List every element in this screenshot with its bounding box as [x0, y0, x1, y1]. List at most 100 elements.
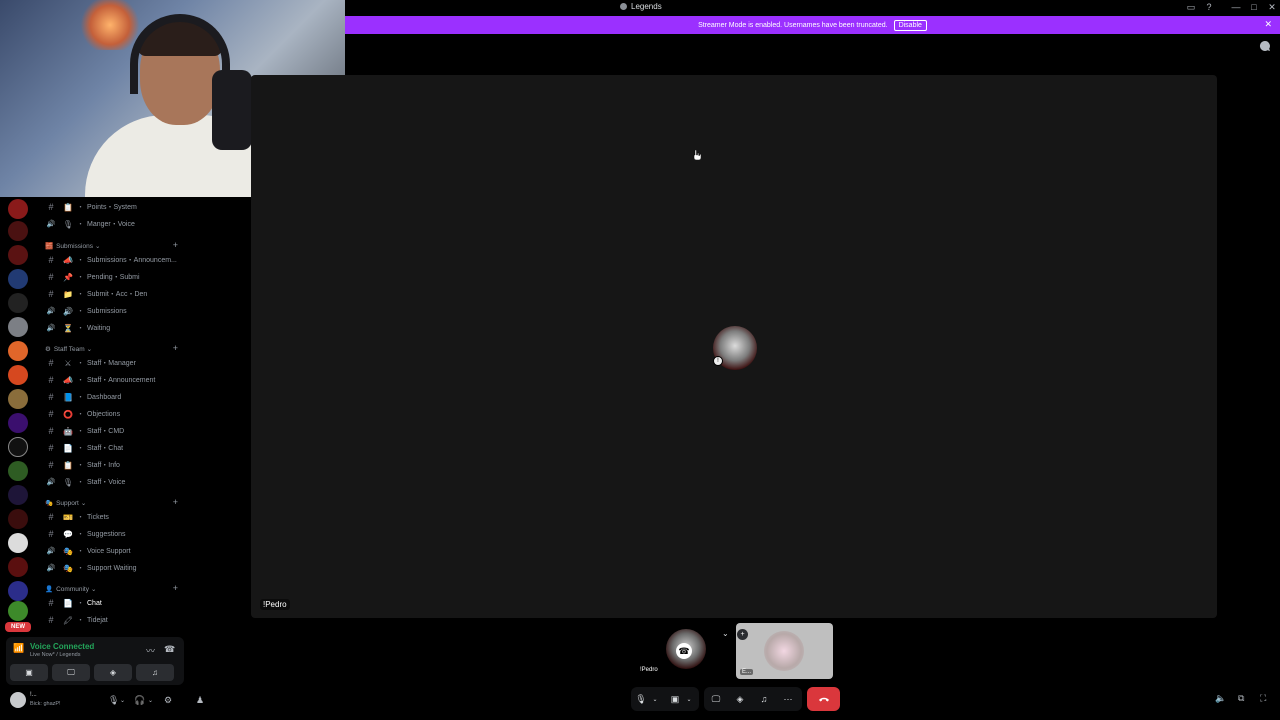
- server-icon[interactable]: [8, 317, 28, 337]
- server-icon[interactable]: [8, 533, 28, 553]
- mic-icon[interactable]: 🎙: [108, 695, 119, 706]
- activities-button[interactable]: ◈: [94, 664, 132, 681]
- channel-item[interactable]: # ⭕ ・ Objections: [36, 407, 186, 421]
- chevron-down-icon[interactable]: ⌄: [120, 697, 125, 704]
- more-icon[interactable]: ⋯: [780, 689, 796, 709]
- chevron-down-icon[interactable]: ⌄: [650, 689, 660, 709]
- pop-out-icon[interactable]: ⧉: [1238, 693, 1244, 704]
- close-window-button[interactable]: ✕: [1265, 2, 1279, 13]
- lamp-glow: [80, 0, 140, 50]
- headphones-icon[interactable]: 🎧: [134, 695, 145, 706]
- channel-item[interactable]: # 📄 ・ Chat: [36, 596, 186, 610]
- channel-item[interactable]: 🔊 🎭 ・ Support Waiting: [36, 561, 186, 575]
- server-icon[interactable]: [8, 365, 28, 385]
- stage-video[interactable]: ! !Pedro: [251, 75, 1217, 618]
- activities-icon[interactable]: ◈: [732, 689, 748, 709]
- channel-item[interactable]: # 🤖 ・ Staff・CMD: [36, 424, 186, 438]
- channel-item[interactable]: 🔊 🎭 ・ Voice Support: [36, 544, 186, 558]
- server-icon[interactable]: [8, 581, 28, 601]
- chat-bubble-icon[interactable]: [1259, 40, 1271, 52]
- microphone: [212, 70, 252, 150]
- signal-icon[interactable]: 📶: [13, 643, 24, 654]
- server-icon[interactable]: [8, 509, 28, 529]
- server-icon[interactable]: [8, 293, 28, 313]
- separator: ・: [77, 325, 84, 332]
- channel-item[interactable]: # 📁 ・ Submit・Acc・Den: [36, 287, 186, 301]
- chevron-down-icon[interactable]: ⌄: [684, 689, 694, 709]
- channel-item[interactable]: # 💬 ・ Suggestions: [36, 527, 186, 541]
- camera-button[interactable]: ▣: [10, 664, 48, 681]
- end-call-button[interactable]: [807, 687, 840, 711]
- channel-item[interactable]: # 📘 ・ Dashboard: [36, 390, 186, 404]
- volume-icon[interactable]: 🔈: [1215, 693, 1226, 704]
- help-icon[interactable]: ?: [1202, 2, 1216, 12]
- channel-label: Staff・Voice: [87, 479, 126, 486]
- soundboard-button[interactable]: ♫: [136, 664, 174, 681]
- separator: ・: [77, 308, 84, 315]
- create-channel-icon[interactable]: +: [173, 497, 178, 507]
- channel-item[interactable]: # ⚔ ・ Staff・Manager: [36, 356, 186, 370]
- noise-suppression-icon[interactable]: 〰: [146, 644, 155, 657]
- category-header[interactable]: 🎭 Support ⌄ +: [36, 497, 186, 509]
- inbox-icon[interactable]: ▭: [1184, 2, 1198, 13]
- channel-emoji-icon: 📋: [63, 460, 73, 470]
- fullscreen-icon[interactable]: ⛶: [1260, 693, 1266, 704]
- server-icon[interactable]: [8, 413, 28, 433]
- separator: ・: [77, 274, 84, 281]
- avatar[interactable]: [10, 692, 26, 708]
- create-channel-icon[interactable]: +: [173, 240, 178, 250]
- channel-item[interactable]: # 🖍 ・ Tidejat: [36, 613, 186, 627]
- server-icon[interactable]: [8, 245, 28, 265]
- channel-item[interactable]: # 📄 ・ Staff・Chat: [36, 441, 186, 455]
- close-banner-icon[interactable]: ✕: [1264, 19, 1272, 30]
- server-icon[interactable]: [8, 341, 28, 361]
- channel-item[interactable]: 🔊 ⏳ ・ Waiting: [36, 321, 186, 335]
- server-icon[interactable]: [8, 269, 28, 289]
- participant-tile[interactable]: + E...: [736, 623, 833, 679]
- stage-avatar: !: [713, 326, 757, 370]
- server-icon[interactable]: [8, 437, 28, 457]
- category-header[interactable]: ⚙ Staff Team ⌄ +: [36, 343, 186, 355]
- separator: ・: [77, 377, 84, 384]
- add-person-icon[interactable]: +: [737, 629, 748, 640]
- server-icon[interactable]: [8, 389, 28, 409]
- channel-item[interactable]: # 📋 ・ Staff・Info: [36, 458, 186, 472]
- chevron-down-icon: ⌄: [94, 243, 101, 250]
- activity-icon[interactable]: ♟: [196, 695, 204, 706]
- server-icon[interactable]: [8, 199, 28, 219]
- channel-item[interactable]: 🔊 🎙 ・ Staff・Voice: [36, 475, 186, 489]
- screen-share-button[interactable]: 🖵: [52, 664, 90, 681]
- server-icon[interactable]: [8, 601, 28, 621]
- participant-tile[interactable]: ☎ !Pedro ⌄: [634, 623, 734, 679]
- disable-streamer-mode-button[interactable]: Disable: [893, 19, 927, 31]
- category-header[interactable]: 🧱 Submissions ⌄ +: [36, 240, 186, 252]
- maximize-button[interactable]: □: [1247, 2, 1261, 12]
- gear-icon[interactable]: ⚙: [164, 695, 172, 706]
- channel-item[interactable]: 🔊 🔊 ・ Submissions: [36, 304, 186, 318]
- category-header[interactable]: 👤 Community ⌄ +: [36, 583, 186, 595]
- server-icon[interactable]: [8, 557, 28, 577]
- channel-item[interactable]: # 📌 ・ Pending・Submi: [36, 270, 186, 284]
- server-icon[interactable]: [8, 461, 28, 481]
- disconnect-icon[interactable]: ☎: [164, 644, 175, 655]
- channel-item[interactable]: # 🎫 ・ Tickets: [36, 510, 186, 524]
- camera-off-icon[interactable]: ▣: [668, 689, 682, 709]
- soundboard-icon[interactable]: ♫: [756, 689, 772, 709]
- chevron-down-icon[interactable]: ⌄: [722, 629, 729, 638]
- channel-item[interactable]: # 📣 ・ Submissions・Announcem...: [36, 253, 186, 267]
- screen-share-icon[interactable]: 🖵: [708, 689, 724, 709]
- channel-item[interactable]: 🔊 🎙 ・ Manger・Voice: [36, 217, 186, 231]
- participant-name: !Pedro: [640, 667, 658, 673]
- hash-icon: #: [48, 272, 54, 282]
- channel-item[interactable]: # 📣 ・ Staff・Announcement: [36, 373, 186, 387]
- chevron-down-icon[interactable]: ⌄: [148, 697, 153, 704]
- server-icon[interactable]: [8, 485, 28, 505]
- create-channel-icon[interactable]: +: [173, 343, 178, 353]
- voice-channel-subtitle[interactable]: Live Now* / Legends: [30, 652, 80, 658]
- minimize-button[interactable]: —: [1229, 2, 1243, 12]
- server-icon[interactable]: [8, 221, 28, 241]
- channel-item[interactable]: # 📋 ・ Points・System: [36, 200, 186, 214]
- chevron-down-icon: ⌄: [90, 586, 97, 593]
- mic-icon[interactable]: 🎙: [634, 689, 648, 709]
- create-channel-icon[interactable]: +: [173, 583, 178, 593]
